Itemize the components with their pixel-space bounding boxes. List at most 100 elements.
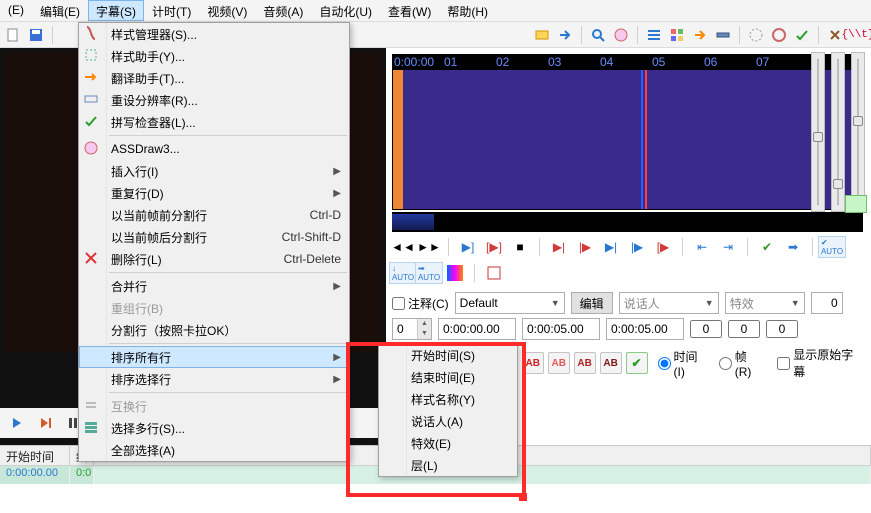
ruler-tick: 04 [600,55,613,69]
effect-combo[interactable]: 特效▼ [725,292,805,314]
commit-text-button[interactable]: ✔ [626,352,648,374]
menu-automation[interactable]: 自动化(U) [311,0,380,21]
edit-style-button[interactable]: 编辑 [571,292,613,314]
selection-end-marker[interactable] [641,70,643,209]
menu-video[interactable]: 视频(V) [199,0,255,21]
menu-insert-line[interactable]: 插入行(I)▶ [79,160,349,182]
karaoke-icon[interactable] [483,262,505,284]
link-sliders-icon[interactable] [845,195,867,213]
spectrum-mode-icon[interactable] [444,262,466,284]
menu-select-lines[interactable]: 选择多行(S)... [79,417,349,439]
menu-style-assistant[interactable]: 样式助手(Y)... [79,45,349,67]
lead-out-icon[interactable]: ⇥ [717,236,739,258]
vertical-zoom-slider[interactable] [831,52,845,212]
cycle-tags-icon[interactable]: {\\t} [848,25,868,45]
style-manager-icon[interactable] [667,25,687,45]
play-before-start-icon[interactable]: ▶| [548,236,570,258]
menu-edit[interactable]: 编辑(E) [32,0,88,21]
start-time-field[interactable]: 0:00:00.00 [438,318,516,340]
new-icon[interactable] [3,25,23,45]
frame-mode-radio[interactable]: 帧(R) [719,348,764,379]
outline-color-button[interactable]: AB [574,352,596,374]
prev-line-icon[interactable]: ◄◄ [392,236,414,258]
layer-spin[interactable]: 0▲▼ [392,318,432,340]
primary-color-button[interactable]: AB [522,352,544,374]
stop-icon[interactable]: ■ [509,236,531,258]
sort-by-layer[interactable]: 层(L) [379,454,517,476]
show-original-checkbox[interactable]: 显示原始字幕 [777,346,865,380]
menu-subtitle[interactable]: 字幕(S) [88,0,144,21]
translate-icon[interactable] [690,25,710,45]
menu-sort-all[interactable]: 排序所有行▶ [79,346,349,368]
play-before-end-icon[interactable]: ▶| [600,236,622,258]
save-icon[interactable] [26,25,46,45]
menu-audio[interactable]: 音频(A) [255,0,311,21]
duration-field[interactable]: 0:00:05.00 [606,318,684,340]
time-mode-radio[interactable]: 时间(I) [658,348,709,379]
open-video-icon[interactable] [532,25,552,45]
comment-checkbox[interactable]: 注释(C) [392,295,449,312]
commit-icon[interactable]: ✔ [756,236,778,258]
col-start[interactable]: 开始时间 [0,446,70,465]
sort-by-actor[interactable]: 说话人(A) [379,410,517,432]
auto-scroll-icon[interactable]: ➡AUTO [418,262,440,284]
menu-spellcheck[interactable]: 拼写检查器(L)... [79,111,349,133]
play-after-end-icon[interactable]: |▶ [626,236,648,258]
menu-split-after[interactable]: 以当前帧后分割行Ctrl-Shift-D [79,226,349,248]
margin-l-field[interactable] [690,320,722,338]
play-selection-icon[interactable]: ▶] [457,236,479,258]
style-combo[interactable]: Default▼ [455,292,565,314]
assdraw-icon[interactable] [611,25,631,45]
actor-combo[interactable]: 说话人▼ [619,292,719,314]
go-to-selection-icon[interactable]: ➡ [782,236,804,258]
spellcheck-icon[interactable] [792,25,812,45]
play-after-start-icon[interactable]: |▶ [574,236,596,258]
play-to-end-icon[interactable]: [▶ [652,236,674,258]
menu-select-all[interactable]: 全部选择(A) [79,439,349,461]
menu-timing[interactable]: 计时(T) [144,0,199,21]
play-icon[interactable] [6,412,28,434]
menu-view[interactable]: 查看(W) [380,0,439,21]
auto-commit-icon[interactable]: ✔AUTO [821,236,843,258]
resample-icon[interactable] [713,25,733,45]
kanji-timer-icon[interactable] [769,25,789,45]
menu-split-karaoke[interactable]: 分割行（按照卡拉OK） [79,319,349,341]
play-line-icon[interactable] [34,412,56,434]
shift-times-icon[interactable] [644,25,664,45]
menu-style-manager[interactable]: 样式管理器(S)... [79,23,349,45]
next-line-icon[interactable]: ►► [418,236,440,258]
lead-in-icon[interactable]: ⇤ [691,236,713,258]
end-time-field[interactable]: 0:00:05.00 [522,318,600,340]
menu-help[interactable]: 帮助(H) [439,0,496,21]
menu-file[interactable]: (E) [0,0,32,21]
menu-join-lines[interactable]: 合并行▶ [79,275,349,297]
secondary-color-button[interactable]: AB [548,352,570,374]
jump-icon[interactable] [555,25,575,45]
sort-by-end[interactable]: 结束时间(E) [379,366,517,388]
audio-scrollbar-thumb[interactable] [392,214,434,230]
auto-next-icon[interactable]: ↓AUTO [392,262,414,284]
audio-scrollbar[interactable] [392,212,863,232]
timing-post-icon[interactable] [746,25,766,45]
sort-by-effect[interactable]: 特效(E) [379,432,517,454]
menu-duplicate-line[interactable]: 重复行(D)▶ [79,182,349,204]
sort-all-submenu: 开始时间(S) 结束时间(E) 样式名称(Y) 说话人(A) 特效(E) 层(L… [378,343,518,477]
zoom-icon[interactable] [588,25,608,45]
sort-by-start[interactable]: 开始时间(S) [379,344,517,366]
volume-slider[interactable] [851,52,865,212]
selection-start-marker[interactable] [393,70,403,209]
audio-ruler[interactable]: 0:00:00 01 02 03 04 05 06 07 [392,54,863,70]
sort-by-style[interactable]: 样式名称(Y) [379,388,517,410]
menu-assdraw[interactable]: ASSDraw3... [79,138,349,160]
shadow-color-button[interactable]: AB [600,352,622,374]
margin-r-field[interactable] [728,320,760,338]
menu-resample[interactable]: 重设分辨率(R)... [79,89,349,111]
audio-waveform[interactable] [392,70,863,210]
horizontal-zoom-slider[interactable] [811,52,825,212]
menu-sort-selected[interactable]: 排序选择行▶ [79,368,349,390]
play-line-audio-icon[interactable]: [▶] [483,236,505,258]
margin-v-field[interactable] [766,320,798,338]
menu-translate-assistant[interactable]: 翻译助手(T)... [79,67,349,89]
menu-split-before[interactable]: 以当前帧前分割行Ctrl-D [79,204,349,226]
menu-delete-line[interactable]: 删除行(L)Ctrl-Delete [79,248,349,270]
